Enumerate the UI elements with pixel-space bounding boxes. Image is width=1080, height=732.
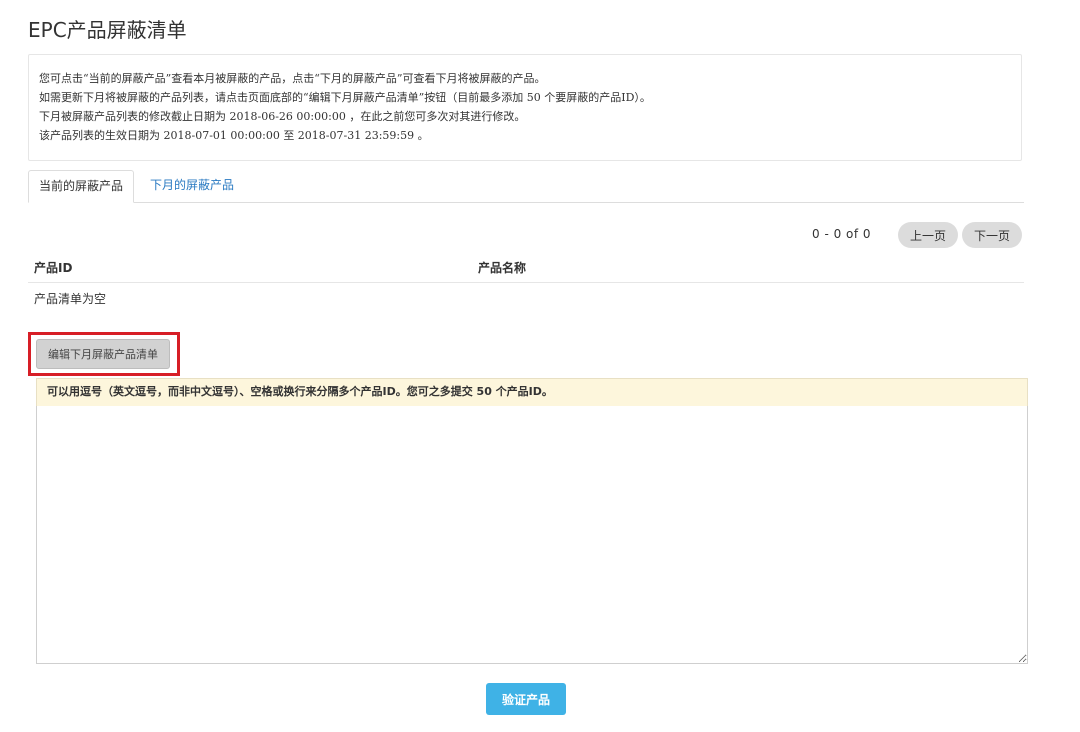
- verify-products-button[interactable]: 验证产品: [486, 683, 566, 715]
- tab-current-blocked[interactable]: 当前的屏蔽产品: [28, 170, 135, 203]
- column-header-product-id: 产品ID: [34, 261, 73, 275]
- next-page-button[interactable]: 下一页: [962, 222, 1022, 248]
- edit-next-month-list-button[interactable]: 编辑下月屏蔽产品清单: [36, 339, 170, 369]
- product-id-textarea[interactable]: [36, 406, 1028, 664]
- page-title: EPC产品屏蔽清单: [28, 18, 187, 42]
- info-box: 您可点击“当前的屏蔽产品”查看本月被屏蔽的产品，点击“下月的屏蔽产品”可查看下月…: [28, 54, 1022, 161]
- prev-page-button[interactable]: 上一页: [898, 222, 958, 248]
- column-header-product-name: 产品名称: [478, 261, 527, 275]
- editor-hint: 可以用逗号（英文逗号，而非中文逗号）、空格或换行来分隔多个产品ID。您可之多提交…: [36, 378, 1028, 406]
- empty-list-message: 产品清单为空: [34, 292, 107, 306]
- tab-bar: 当前的屏蔽产品 下月的屏蔽产品: [28, 170, 1024, 203]
- table-header: 产品ID 产品名称: [28, 252, 1024, 283]
- pager-count: 0 - 0 of 0: [812, 227, 872, 241]
- tab-next-month-blocked[interactable]: 下月的屏蔽产品: [140, 170, 244, 202]
- info-line: 下月被屏蔽产品列表的修改截止日期为 2018-06-26 00:00:00 ，在…: [39, 110, 526, 123]
- info-line: 该产品列表的生效日期为 2018-07-01 00:00:00 至 2018-0…: [39, 129, 429, 142]
- info-line: 您可点击“当前的屏蔽产品”查看本月被屏蔽的产品，点击“下月的屏蔽产品”可查看下月…: [39, 72, 546, 85]
- info-line: 如需更新下月将被屏蔽的产品列表，请点击页面底部的“编辑下月屏蔽产品清单”按钮（目…: [39, 91, 651, 104]
